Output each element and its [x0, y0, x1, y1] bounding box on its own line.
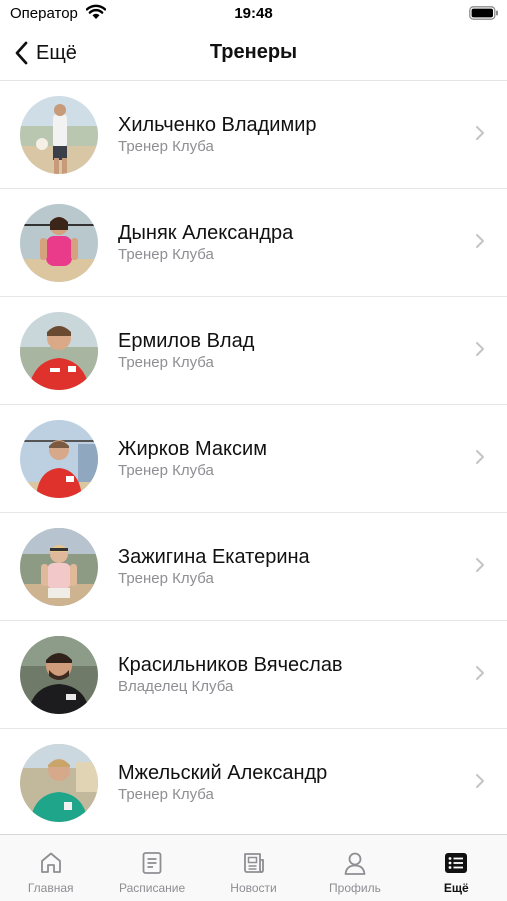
profile-icon — [342, 850, 368, 876]
home-icon — [38, 850, 64, 876]
avatar — [20, 420, 98, 498]
coach-row[interactable]: Ермилов Влад Тренер Клуба — [0, 297, 507, 405]
avatar — [20, 204, 98, 282]
coach-row[interactable]: Мжельский Александр Тренер Клуба — [0, 729, 507, 833]
coach-role: Тренер Клуба — [118, 354, 214, 371]
tab-profile-label: Профиль — [329, 881, 381, 895]
tab-home-label: Главная — [27, 881, 74, 895]
coach-row[interactable]: Зажигина Екатерина Тренер Клуба — [0, 513, 507, 621]
coaches-list[interactable]: Хильченко Владимир Тренер Клуба Дыняк Ал… — [0, 81, 507, 833]
coach-role: Тренер Клуба — [118, 462, 214, 479]
back-button-label: Ещё — [36, 41, 77, 64]
tab-schedule-label: Расписание — [119, 881, 186, 895]
tab-news[interactable]: Новости — [203, 835, 304, 901]
coach-row[interactable]: Хильченко Владимир Тренер Клуба — [0, 81, 507, 189]
chevron-right-icon — [475, 557, 485, 578]
chevron-right-icon — [475, 449, 485, 470]
battery-icon — [469, 6, 499, 25]
coach-name: Ермилов Влад — [118, 330, 255, 352]
coach-name: Жирков Максим — [118, 438, 267, 460]
news-icon — [241, 850, 267, 876]
coach-role: Тренер Клуба — [118, 246, 214, 263]
coach-name: Хильченко Владимир — [118, 114, 317, 136]
tab-profile[interactable]: Профиль — [304, 835, 405, 901]
back-button[interactable]: Ещё — [14, 38, 77, 68]
status-bar: Оператор 19:48 — [0, 0, 507, 28]
schedule-icon — [139, 850, 165, 876]
clock: 19:48 — [234, 5, 273, 22]
coach-name: Дыняк Александра — [118, 222, 294, 244]
tab-bar: Главная Расписание Новости Профиль Ещё — [0, 834, 507, 901]
tab-more[interactable]: Ещё — [406, 835, 507, 901]
coach-row[interactable]: Жирков Максим Тренер Клуба — [0, 405, 507, 513]
coach-name: Красильников Вячеслав — [118, 654, 343, 676]
chevron-right-icon — [475, 125, 485, 146]
avatar — [20, 528, 98, 606]
coach-role: Тренер Клуба — [118, 138, 214, 155]
coach-name: Мжельский Александр — [118, 762, 328, 784]
chevron-right-icon — [475, 233, 485, 254]
coach-role: Тренер Клуба — [118, 786, 214, 803]
chevron-right-icon — [475, 665, 485, 686]
coach-role: Тренер Клуба — [118, 570, 214, 587]
avatar — [20, 312, 98, 390]
tab-more-label: Ещё — [443, 881, 469, 895]
coach-row[interactable]: Дыняк Александра Тренер Клуба — [0, 189, 507, 297]
tab-schedule[interactable]: Расписание — [101, 835, 202, 901]
navigation-bar: Ещё Тренеры — [0, 28, 507, 81]
avatar — [20, 636, 98, 714]
coach-name: Зажигина Екатерина — [118, 546, 310, 568]
avatar — [20, 96, 98, 174]
coach-role: Владелец Клуба — [118, 678, 234, 695]
chevron-right-icon — [475, 773, 485, 794]
tab-home[interactable]: Главная — [0, 835, 101, 901]
more-icon — [443, 850, 469, 876]
coach-row[interactable]: Красильников Вячеслав Владелец Клуба — [0, 621, 507, 729]
chevron-left-icon — [14, 41, 28, 65]
tab-news-label: Новости — [230, 881, 277, 895]
chevron-right-icon — [475, 341, 485, 362]
avatar — [20, 744, 98, 822]
